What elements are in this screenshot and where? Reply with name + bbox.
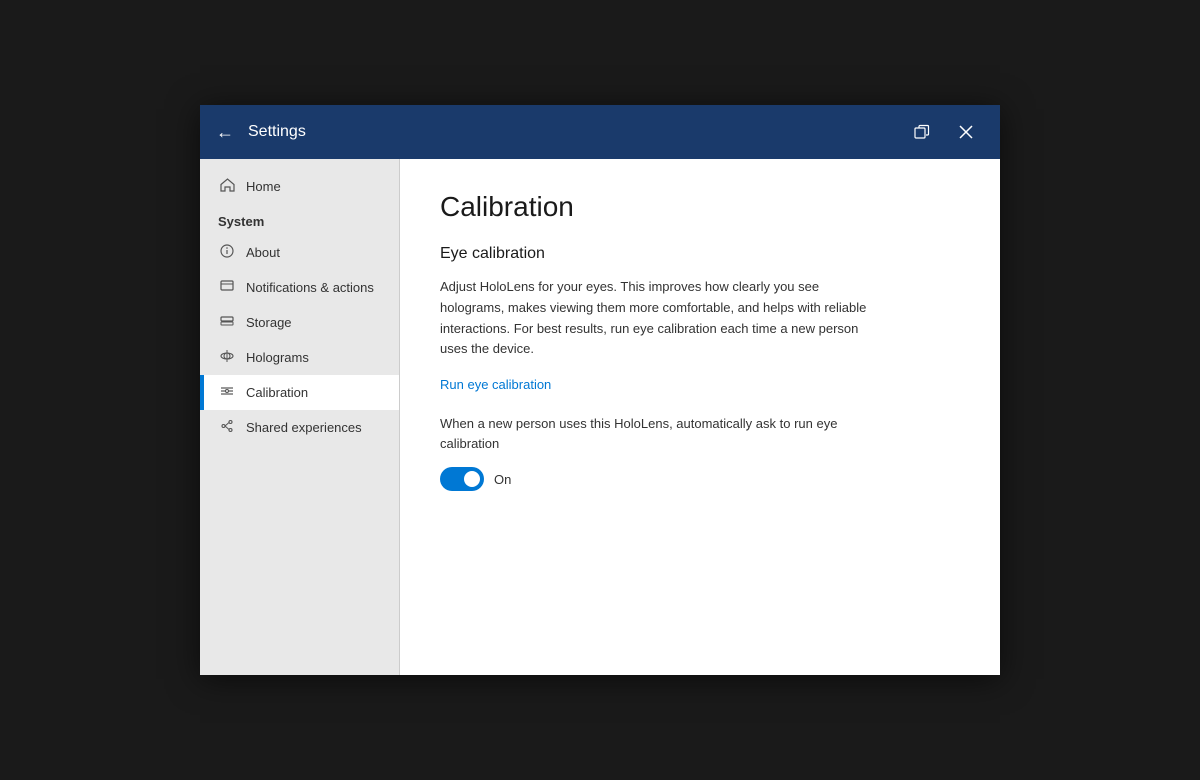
- holograms-icon: [218, 349, 236, 366]
- sidebar-item-notifications-label: Notifications & actions: [246, 280, 374, 295]
- main-content: Calibration Eye calibration Adjust HoloL…: [400, 159, 1000, 675]
- restore-button[interactable]: [904, 114, 940, 150]
- storage-icon: [218, 314, 236, 331]
- about-icon: [218, 244, 236, 261]
- toggle-label: On: [494, 472, 511, 487]
- sidebar-item-storage-label: Storage: [246, 315, 292, 330]
- sidebar-item-shared-label: Shared experiences: [246, 420, 362, 435]
- sidebar-item-home-label: Home: [246, 179, 281, 194]
- sidebar-item-about[interactable]: About: [200, 235, 399, 270]
- description-text: Adjust HoloLens for your eyes. This impr…: [440, 277, 870, 360]
- close-button[interactable]: [948, 114, 984, 150]
- sidebar-item-calibration-label: Calibration: [246, 385, 308, 400]
- auto-ask-label: When a new person uses this HoloLens, au…: [440, 414, 870, 453]
- calibration-icon: [218, 384, 236, 401]
- window-controls: [904, 114, 984, 150]
- section-title: Eye calibration: [440, 245, 960, 263]
- notifications-icon: [218, 279, 236, 296]
- content-area: Home System About: [200, 159, 1000, 675]
- page-title: Calibration: [440, 191, 960, 223]
- sidebar-item-notifications[interactable]: Notifications & actions: [200, 270, 399, 305]
- toggle-row: On: [440, 467, 960, 491]
- sidebar-item-storage[interactable]: Storage: [200, 305, 399, 340]
- home-icon: [218, 178, 236, 195]
- sidebar-item-holograms[interactable]: Holograms: [200, 340, 399, 375]
- settings-window: ← Settings: [200, 105, 1000, 675]
- window-title: Settings: [248, 123, 904, 141]
- sidebar-item-calibration[interactable]: Calibration: [200, 375, 399, 410]
- shared-icon: [218, 419, 236, 436]
- titlebar: ← Settings: [200, 105, 1000, 159]
- sidebar-item-shared[interactable]: Shared experiences: [200, 410, 399, 445]
- sidebar-item-holograms-label: Holograms: [246, 350, 309, 365]
- sidebar: Home System About: [200, 159, 400, 675]
- auto-ask-toggle[interactable]: [440, 467, 484, 491]
- sidebar-section-system: System: [200, 204, 399, 235]
- sidebar-item-home[interactable]: Home: [200, 169, 399, 204]
- run-calibration-link[interactable]: Run eye calibration: [440, 377, 551, 392]
- sidebar-item-about-label: About: [246, 245, 280, 260]
- back-button[interactable]: ←: [216, 122, 234, 143]
